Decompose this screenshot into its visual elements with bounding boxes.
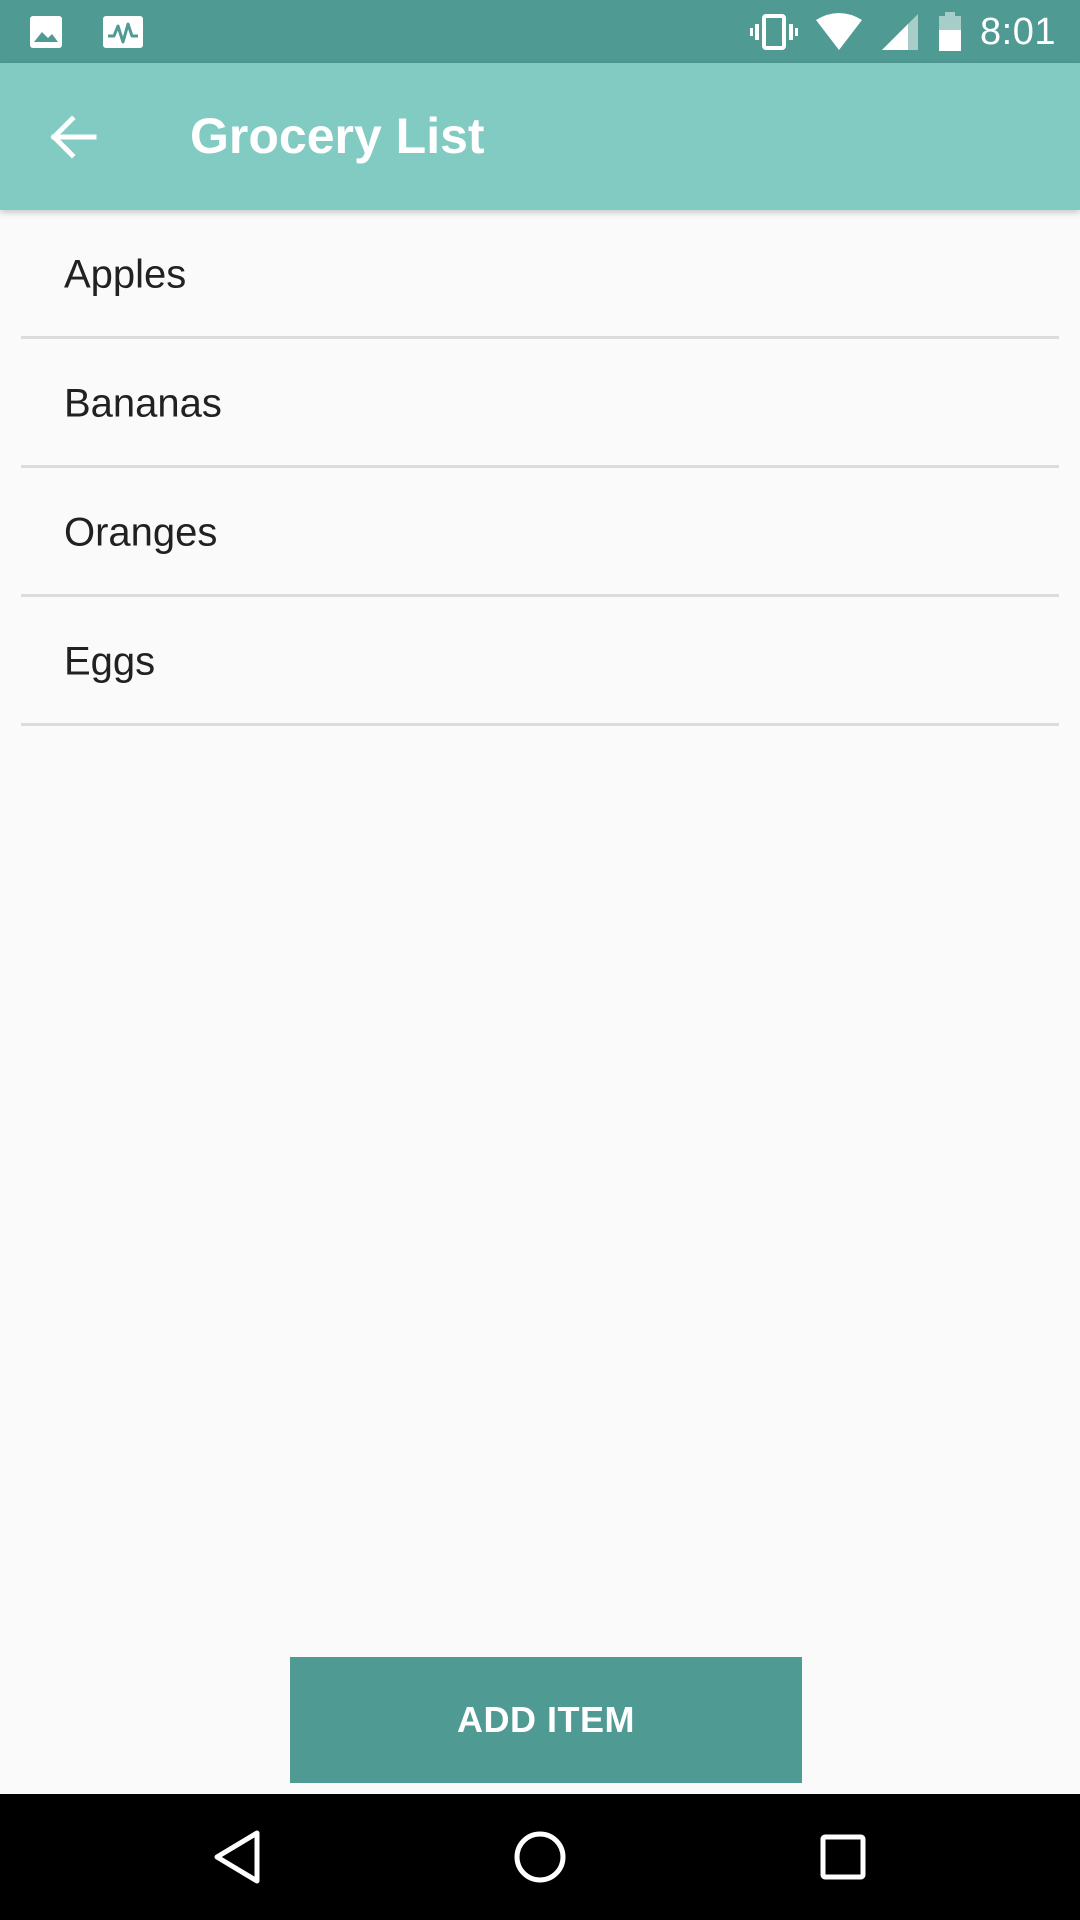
wifi-icon (816, 12, 863, 52)
add-item-button[interactable]: ADD ITEM (290, 1657, 802, 1783)
status-right-icons: 8:01 (750, 8, 1056, 56)
status-bar: 8:01 (0, 0, 1080, 63)
vibrate-icon (750, 12, 799, 52)
arrow-back-icon (50, 115, 97, 159)
nav-home-icon (514, 1831, 566, 1883)
status-time: 8:01 (980, 10, 1056, 53)
app-bar: Grocery List (0, 63, 1080, 210)
nav-home-button[interactable] (507, 1824, 573, 1890)
list-item-label: Eggs (64, 639, 156, 683)
status-left-icons (28, 12, 144, 52)
list-item-label: Apples (64, 252, 187, 296)
list-item-label: Bananas (64, 381, 222, 425)
divider (21, 723, 1059, 726)
screen: 8:01 Grocery List Apples Bananas Oranges… (0, 0, 1080, 1920)
nav-back-button[interactable] (204, 1824, 270, 1890)
grocery-list: Apples Bananas Oranges Eggs (0, 210, 1080, 726)
signal-icon (880, 12, 920, 52)
list-item[interactable]: Apples (0, 210, 1080, 339)
list-item[interactable]: Eggs (0, 597, 1080, 726)
navigation-bar (0, 1794, 1080, 1920)
nav-recents-icon (820, 1834, 866, 1880)
image-icon (28, 14, 64, 50)
activity-icon (102, 14, 144, 50)
nav-back-icon (214, 1830, 260, 1884)
battery-icon (938, 12, 962, 52)
back-button[interactable] (40, 103, 108, 171)
nav-recents-button[interactable] (810, 1824, 876, 1890)
list-item[interactable]: Oranges (0, 468, 1080, 597)
list-item-label: Oranges (64, 510, 218, 554)
list-item[interactable]: Bananas (0, 339, 1080, 468)
page-title: Grocery List (190, 108, 485, 164)
